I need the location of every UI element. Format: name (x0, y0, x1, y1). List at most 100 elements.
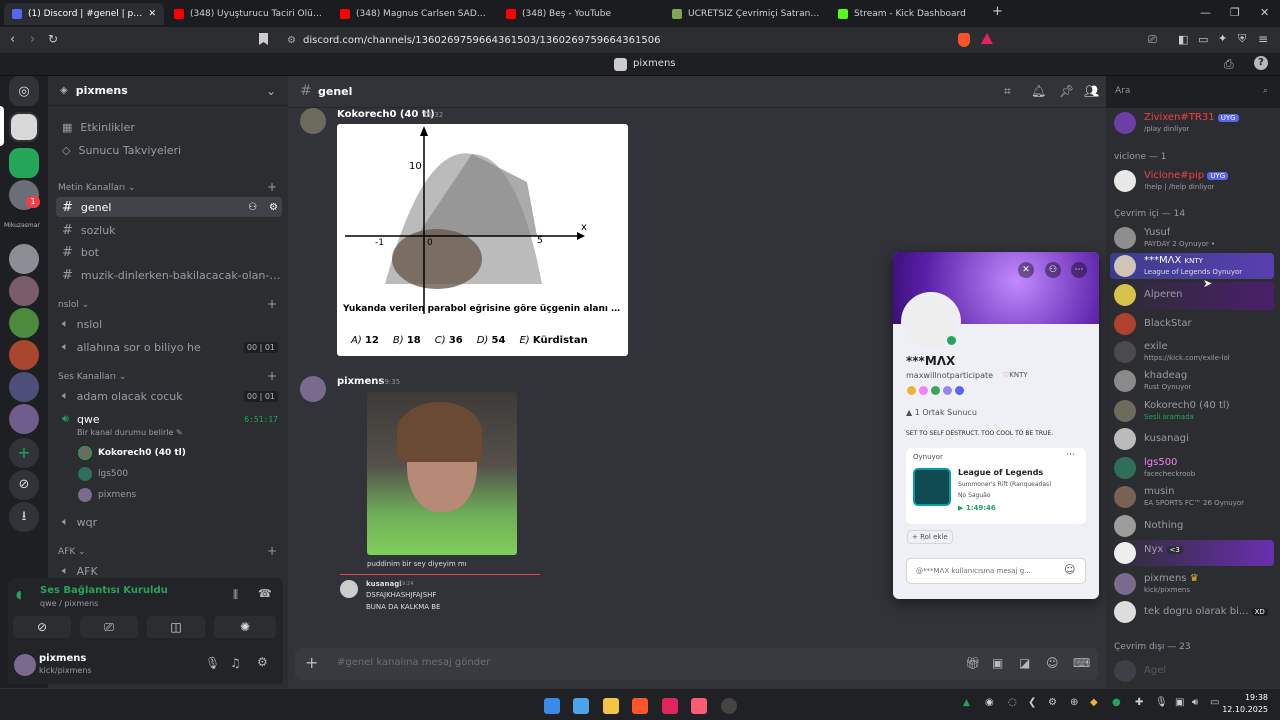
voice-user[interactable]: pixmens (78, 486, 278, 504)
task-view-icon[interactable] (573, 698, 589, 714)
activities-button[interactable]: ◫ (147, 616, 205, 638)
voice-channel-adam[interactable]: 🔈︎ adam olacak cocuk 00 | 01 (56, 386, 282, 406)
threads-icon[interactable]: ⌗ (1004, 84, 1011, 99)
user-settings-gear-icon[interactable]: ⚙ (257, 655, 268, 669)
tray-icon[interactable]: ● (1112, 697, 1121, 708)
server-boosts-link[interactable]: ◇ Sunucu Takviyeleri (56, 140, 282, 160)
voice-channel-wqr[interactable]: 🔈︎ wqr (56, 512, 282, 532)
more-options-icon[interactable]: ⋯ (1071, 262, 1087, 278)
channel-muzik[interactable]: # muzik-dinlerken-bakilacacak-olan-o-yer (56, 265, 282, 285)
server-folder-icon[interactable] (9, 148, 39, 178)
cast-icon[interactable]: ⎚ (1148, 33, 1157, 47)
avatar[interactable] (300, 108, 326, 134)
camera-button[interactable]: ⊘ (13, 616, 71, 638)
discover-icon[interactable]: ⊘ (9, 470, 39, 500)
noise-suppression-icon[interactable]: ⫼ (233, 588, 238, 602)
headphones-icon[interactable]: ♫ (230, 656, 241, 670)
emoji-icon[interactable]: ☺ (1046, 656, 1059, 670)
volume-icon[interactable]: 🔊︎ (1192, 697, 1198, 708)
wallet-icon[interactable]: ▭ (1198, 33, 1208, 46)
server-item[interactable] (9, 404, 39, 434)
tab-youtube-2[interactable]: (348) Magnus Carlsen SADECE 15 SA (332, 3, 496, 25)
screen-share-button[interactable]: ⎚ (80, 616, 138, 638)
voice-channel-allahina[interactable]: 🔈︎ allahına sor o biliyo he 00 | 01 (56, 337, 282, 357)
start-menu-icon[interactable] (544, 698, 560, 714)
battery-icon[interactable]: ▭ (1210, 697, 1219, 708)
add-server-icon[interactable]: + (9, 438, 39, 468)
voice-user[interactable]: Kokorech0 (40 tl) (78, 444, 278, 462)
tray-icon[interactable]: ◉ (985, 697, 994, 708)
tab-kick[interactable]: Stream - Kick Dashboard (830, 3, 990, 25)
menu-icon[interactable]: ≡ (1258, 32, 1268, 46)
events-link[interactable]: ▦ Etkinlikler (56, 117, 282, 137)
profile-message-input[interactable]: @***MΛX kullanıcısına mesaj g... ☺ (906, 558, 1086, 584)
bookmark-icon[interactable] (259, 33, 268, 45)
steam-icon[interactable]: ◌ (1008, 697, 1017, 708)
brave-rewards-icon[interactable] (981, 33, 993, 44)
tray-icon[interactable]: ▲ (963, 698, 970, 708)
member-item[interactable]: Alperen (1110, 282, 1274, 310)
signal-icon[interactable]: ◖ (16, 588, 22, 601)
back-icon[interactable]: ‹ (10, 32, 15, 47)
badge-icon[interactable] (931, 386, 940, 395)
maximize-icon[interactable]: ❐ (1230, 6, 1240, 19)
badge-icon[interactable] (919, 386, 928, 395)
message-composer[interactable]: + #genel kanalına mesaj gönder 🎁︎ ▣ ◪ ☺ … (295, 648, 1098, 680)
server-item[interactable] (9, 308, 39, 338)
notification-bell-icon[interactable]: 🔔︎ (1031, 84, 1046, 98)
close-window-icon[interactable]: ✕ (1260, 6, 1269, 19)
clock-time[interactable]: 19:38 (1238, 693, 1268, 702)
voice-user[interactable]: lgs500 (78, 465, 278, 483)
server-pixmens[interactable] (9, 112, 39, 142)
music-app-icon[interactable] (691, 698, 707, 714)
sidebar-toggle-icon[interactable]: ◧ (1178, 33, 1188, 46)
mic-tray-icon[interactable]: 🎙︎ (1155, 697, 1168, 708)
category-nslol[interactable]: nslol ⌄ (58, 300, 89, 310)
attach-plus-icon[interactable]: + (305, 653, 318, 672)
member-item[interactable]: khadeag Rust Oynuyor (1114, 368, 1274, 394)
category-afk[interactable]: AFK ⌄ (58, 547, 86, 557)
search-input[interactable]: Ara ⌕ (1111, 83, 1272, 101)
badge-icon[interactable] (955, 386, 964, 395)
member-item[interactable]: Nyx <3 (1110, 540, 1274, 566)
address-bar[interactable]: ⚙ discord.com/channels/13602697596643615… (283, 31, 951, 50)
disconnect-icon[interactable]: ☎ (258, 587, 272, 600)
add-channel-icon[interactable]: + (267, 297, 277, 311)
apps-icon[interactable]: ⌨ (1073, 656, 1090, 670)
mic-icon[interactable]: 🎙︎ (205, 656, 220, 670)
channel-sozluk[interactable]: # sozluk (56, 220, 282, 240)
add-role-button[interactable]: + Rol ekle (907, 530, 953, 544)
category-text[interactable]: Metin Kanalları ⌄ (58, 183, 136, 193)
gear-icon[interactable]: ⚙ (269, 202, 278, 213)
brave-shields-icon[interactable] (958, 33, 970, 47)
network-icon[interactable]: ▣ (1175, 697, 1184, 708)
app-icon[interactable] (721, 698, 737, 714)
site-settings-icon[interactable]: ⚙ (287, 31, 296, 50)
app-icon[interactable] (662, 698, 678, 714)
reload-icon[interactable]: ↻ (48, 32, 58, 46)
soundboard-button[interactable]: ✺ (214, 616, 276, 638)
add-channel-icon[interactable]: + (267, 369, 277, 383)
tray-icon[interactable]: ◆ (1090, 697, 1098, 708)
server-item[interactable] (9, 372, 39, 402)
member-item[interactable]: Yusuf PAYDAY 2 Oynuyor • (1114, 225, 1274, 251)
brave-browser-icon[interactable] (632, 698, 648, 714)
vpn-icon[interactable]: ⛨ (1238, 32, 1246, 46)
attached-image[interactable] (367, 392, 517, 555)
member-item[interactable]: lgs500 facecheckroob (1114, 455, 1274, 481)
gif-icon[interactable]: ▣ (992, 656, 1003, 670)
member-item[interactable]: musin EA SPORTS FC™ 26 Oynuyor (1114, 484, 1274, 510)
discord-home-icon[interactable]: ◎ (9, 76, 39, 106)
member-item[interactable]: kusanagi (1114, 426, 1274, 452)
download-apps-icon[interactable]: ⭳ (9, 502, 39, 532)
inbox-icon[interactable]: ⎙ (1224, 57, 1234, 72)
file-explorer-icon[interactable] (603, 698, 619, 714)
tab-youtube-3[interactable]: (348) Beş - YouTube (498, 3, 662, 25)
channel-bot[interactable]: # bot (56, 242, 282, 262)
tab-chess[interactable]: ÜCRETSİZ Çevrimiçi Satranç Oynayın (664, 3, 828, 25)
mutual-servers[interactable]: ▲ 1 Ortak Sunucu (906, 408, 977, 417)
message-author[interactable]: Kokorech0 (40 tl) (337, 109, 435, 120)
activity-more-icon[interactable]: ⋯ (1066, 450, 1075, 460)
tray-icon[interactable]: ❮ (1028, 697, 1036, 708)
member-item[interactable]: tek dogru olarak bi... XD (1114, 599, 1274, 625)
